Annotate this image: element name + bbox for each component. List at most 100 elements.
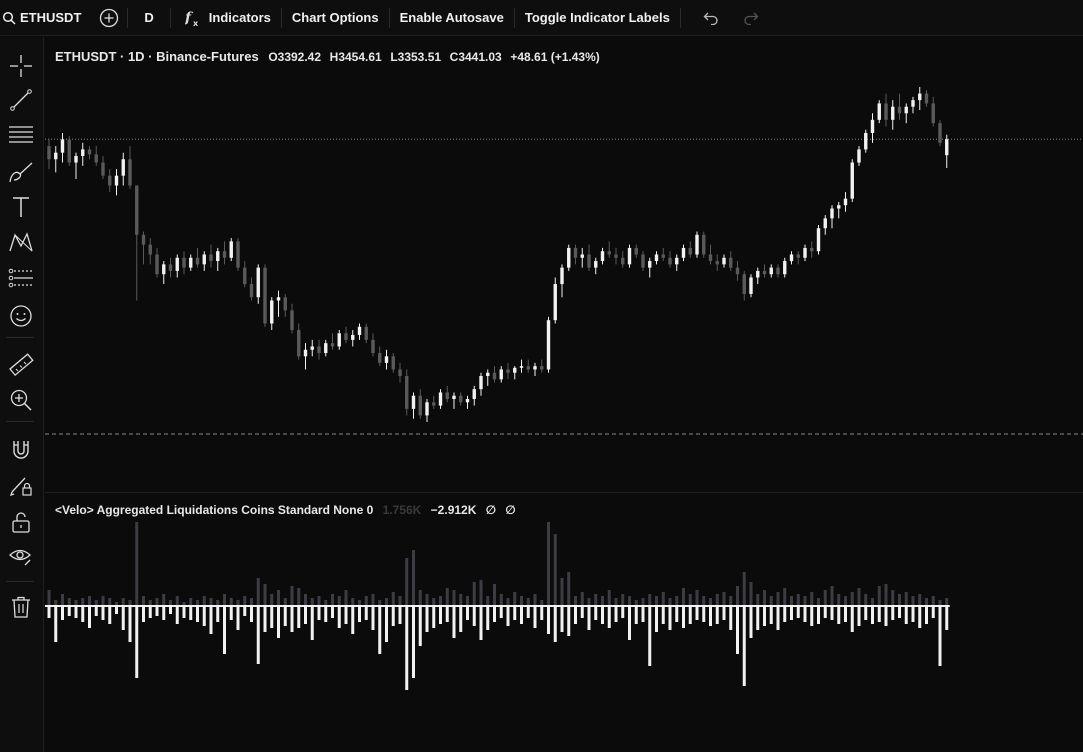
liq-bar-positive bbox=[655, 596, 658, 606]
liq-bar-negative bbox=[520, 606, 523, 624]
liq-bar-negative bbox=[749, 606, 753, 638]
liq-bar-negative bbox=[466, 606, 469, 620]
candle bbox=[229, 238, 233, 262]
liq-bar-negative bbox=[175, 606, 179, 624]
undo-button[interactable] bbox=[681, 0, 731, 36]
candle bbox=[337, 330, 341, 350]
liq-bar-negative bbox=[668, 606, 672, 630]
candle bbox=[850, 159, 854, 202]
text-tool-button[interactable] bbox=[4, 192, 38, 222]
liq-bar-positive bbox=[945, 598, 949, 606]
redo-button[interactable] bbox=[731, 0, 771, 36]
candle bbox=[546, 316, 551, 373]
emoji-tool-button[interactable] bbox=[4, 301, 38, 331]
liq-bar-positive bbox=[925, 598, 928, 606]
chart-options-button[interactable]: Chart Options bbox=[282, 0, 389, 36]
candle bbox=[67, 136, 71, 166]
compare-symbol-button[interactable] bbox=[91, 0, 127, 36]
candle bbox=[432, 395, 436, 409]
candle bbox=[479, 372, 483, 396]
liq-bar-negative bbox=[628, 606, 631, 640]
drawing-toolbar bbox=[0, 37, 44, 752]
liq-bar-positive bbox=[202, 596, 206, 606]
pattern-tool-button[interactable] bbox=[4, 227, 38, 257]
candle bbox=[843, 192, 848, 212]
liq-bar-negative bbox=[810, 606, 814, 626]
trendline-tool-button[interactable] bbox=[4, 85, 38, 115]
chart-area[interactable]: ETHUSDT · 1D · Binance-Futures O3392.42 … bbox=[45, 37, 1083, 752]
liq-bar-positive bbox=[263, 584, 267, 606]
liq-bar-positive bbox=[432, 598, 436, 606]
ruler-tool-button[interactable] bbox=[4, 350, 38, 380]
symbol-search-button[interactable]: ETHUSDT bbox=[0, 0, 91, 36]
visibility-button[interactable] bbox=[4, 541, 38, 571]
liq-bar-positive bbox=[580, 592, 584, 606]
liq-bar-positive bbox=[101, 596, 105, 606]
sidebar-divider bbox=[6, 581, 34, 582]
candle bbox=[60, 132, 65, 163]
candle bbox=[749, 274, 753, 298]
price-pane[interactable]: ETHUSDT · 1D · Binance-Futures O3392.42 … bbox=[45, 37, 1083, 492]
liq-bar-positive bbox=[918, 594, 922, 606]
liq-bar-positive bbox=[526, 598, 530, 606]
candle bbox=[364, 323, 368, 344]
crosshair-tool-button[interactable] bbox=[4, 51, 38, 81]
liq-bar-negative bbox=[601, 606, 604, 624]
liq-bar-positive bbox=[844, 596, 847, 606]
liq-bar-negative bbox=[61, 606, 64, 620]
candle bbox=[654, 251, 659, 265]
autosave-button[interactable]: Enable Autosave bbox=[390, 0, 514, 36]
interval-button[interactable]: D bbox=[128, 0, 169, 36]
liq-bar-positive bbox=[823, 590, 827, 606]
sidebar-divider bbox=[6, 421, 34, 422]
candle bbox=[580, 247, 584, 268]
candle bbox=[472, 385, 476, 406]
liq-bar-negative bbox=[169, 606, 172, 614]
candle bbox=[330, 333, 335, 350]
candle bbox=[864, 129, 868, 153]
liq-bar-negative bbox=[142, 606, 145, 622]
candle bbox=[54, 146, 58, 173]
unlock-all-button[interactable] bbox=[4, 507, 38, 537]
brush-tool-button[interactable] bbox=[4, 157, 38, 187]
liq-bar-negative bbox=[270, 606, 274, 628]
liquidations-pane[interactable]: <Velo> Aggregated Liquidations Coins Sta… bbox=[45, 493, 1083, 752]
lock-drawing-button[interactable] bbox=[4, 470, 38, 500]
indicators-button[interactable]: fx Indicators bbox=[171, 0, 281, 36]
liq-bar-negative bbox=[364, 606, 368, 620]
crosshair-icon bbox=[9, 54, 33, 78]
brush-icon bbox=[8, 160, 34, 184]
candlestick-chart[interactable] bbox=[45, 37, 1083, 492]
fib-tool-button[interactable] bbox=[4, 120, 38, 150]
legend-title: ETHUSDT · 1D · Binance-Futures bbox=[55, 49, 259, 64]
liq-bar-positive bbox=[769, 596, 773, 606]
autosave-label: Enable Autosave bbox=[399, 10, 504, 25]
trash-icon bbox=[10, 595, 32, 619]
candle bbox=[87, 146, 92, 160]
candle bbox=[870, 113, 875, 143]
liq-bar-negative bbox=[331, 606, 334, 618]
liq-bar-positive bbox=[864, 594, 868, 606]
liq-bar-negative bbox=[425, 606, 429, 632]
liq-bar-negative bbox=[877, 606, 881, 622]
magnet-mode-button[interactable] bbox=[4, 435, 38, 465]
toggle-indicator-labels-button[interactable]: Toggle Indicator Labels bbox=[515, 0, 680, 36]
candle bbox=[283, 293, 287, 317]
forecast-tool-button[interactable] bbox=[4, 263, 38, 293]
candle bbox=[762, 264, 767, 278]
zoom-in-button[interactable] bbox=[4, 385, 38, 415]
liq-bar-positive bbox=[790, 596, 793, 606]
remove-drawings-button[interactable] bbox=[4, 592, 38, 622]
pattern-icon bbox=[8, 230, 34, 254]
candle bbox=[627, 244, 632, 268]
liq-bar-negative bbox=[911, 606, 915, 622]
liq-bar-negative bbox=[553, 606, 557, 642]
liq-bar-positive bbox=[425, 594, 429, 606]
candle bbox=[425, 399, 429, 422]
liquidations-histogram[interactable] bbox=[45, 493, 1083, 752]
candle bbox=[641, 251, 645, 271]
liq-bar-positive bbox=[688, 594, 692, 606]
lock-drawing-icon bbox=[9, 473, 33, 497]
liq-bar-positive bbox=[88, 596, 91, 606]
liq-bar-negative bbox=[236, 606, 240, 630]
